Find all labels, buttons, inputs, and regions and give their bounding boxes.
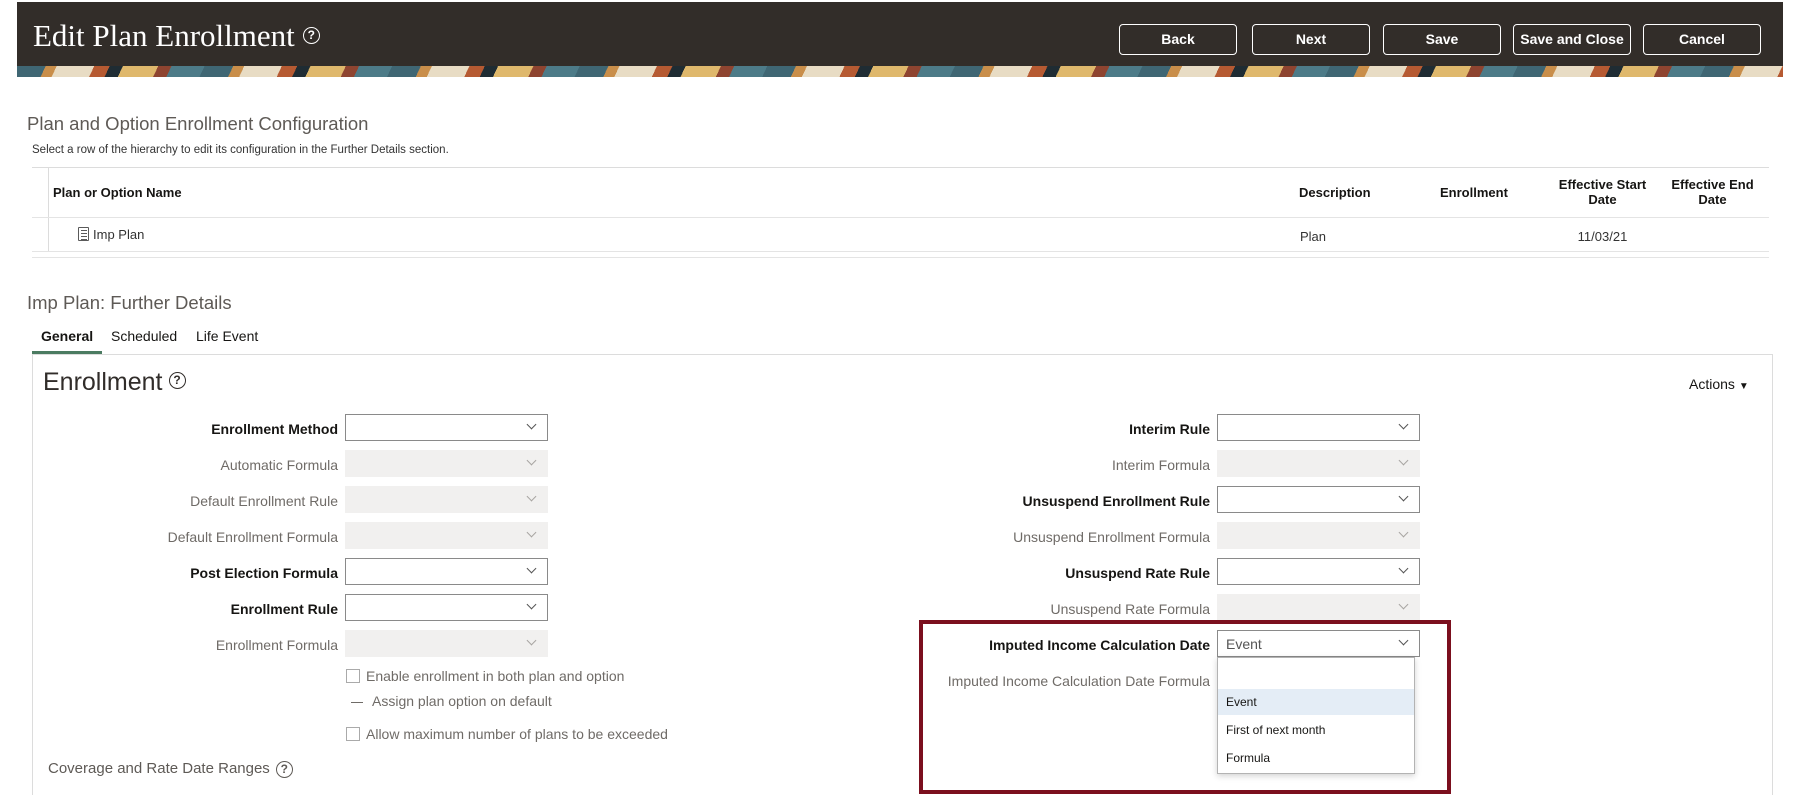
dash-icon xyxy=(351,702,363,703)
dropdown-option-event[interactable]: Event xyxy=(1218,689,1414,715)
column-header-effective-start-date[interactable]: Effective Start Date xyxy=(1550,177,1655,207)
caret-down-icon: ▼ xyxy=(1738,381,1749,392)
enrollment-title-text: Enrollment xyxy=(43,368,163,396)
next-button[interactable]: Next xyxy=(1252,24,1370,55)
assign-plan-option-default: Assign plan option on default xyxy=(351,693,552,709)
back-button[interactable]: Back xyxy=(1119,24,1237,55)
enrollment-method-select[interactable] xyxy=(345,414,548,441)
assign-plan-option-default-label: Assign plan option on default xyxy=(372,693,552,709)
enrollment-rule-select[interactable] xyxy=(345,594,548,621)
coverage-help-icon[interactable]: ? xyxy=(275,760,293,778)
table-top-border xyxy=(32,167,1769,168)
column-header-effective-end-date[interactable]: Effective End Date xyxy=(1665,177,1760,207)
unsuspend-rate-rule-label: Unsuspend Rate Rule xyxy=(1065,565,1210,581)
dropdown-option-formula[interactable]: Formula xyxy=(1218,745,1414,771)
save-and-close-button[interactable]: Save and Close xyxy=(1513,24,1631,55)
coverage-title-text: Coverage and Rate Date Ranges xyxy=(48,760,270,777)
plan-name-cell[interactable]: Imp Plan xyxy=(78,227,144,242)
enrollment-title: Enrollment? xyxy=(43,368,186,397)
unsuspend-rate-formula-select xyxy=(1217,594,1420,621)
automatic-formula-select xyxy=(345,450,548,477)
table-header-divider xyxy=(32,217,1769,218)
unsuspend-rate-rule-select[interactable] xyxy=(1217,558,1420,585)
help-icon[interactable]: ? xyxy=(302,27,320,45)
allow-max-plans-label: Allow maximum number of plans to be exce… xyxy=(366,726,668,742)
checkbox-box[interactable] xyxy=(346,727,360,741)
coverage-rate-date-ranges-title: Coverage and Rate Date Ranges? xyxy=(48,760,293,778)
hierarchy-section-title: Plan and Option Enrollment Configuration xyxy=(27,113,369,134)
plan-document-icon xyxy=(78,227,89,241)
unsuspend-enrollment-rule-label: Unsuspend Enrollment Rule xyxy=(1022,493,1210,509)
actions-menu[interactable]: Actions ▼ xyxy=(1689,376,1749,392)
allow-max-plans-checkbox[interactable]: Allow maximum number of plans to be exce… xyxy=(346,726,668,742)
column-header-enrollment[interactable]: Enrollment xyxy=(1440,185,1508,200)
table-column-divider xyxy=(48,168,49,252)
cancel-button[interactable]: Cancel xyxy=(1643,24,1761,55)
enrollment-method-label: Enrollment Method xyxy=(211,421,338,437)
interim-formula-label: Interim Formula xyxy=(1111,457,1210,473)
plan-start-date-cell: 11/03/21 xyxy=(1577,229,1628,244)
hierarchy-instruction: Select a row of the hierarchy to edit it… xyxy=(32,144,449,156)
checkbox-box[interactable] xyxy=(346,669,360,683)
plan-name: Imp Plan xyxy=(93,227,145,242)
post-election-formula-select[interactable] xyxy=(345,558,548,585)
column-header-description[interactable]: Description xyxy=(1299,185,1371,200)
save-button[interactable]: Save xyxy=(1383,24,1501,55)
page-title-text: Edit Plan Enrollment xyxy=(33,18,295,53)
tab-life-event[interactable]: Life Event xyxy=(196,328,258,344)
table-bottom-border xyxy=(32,257,1769,258)
page-title: Edit Plan Enrollment? xyxy=(33,18,320,54)
enable-enrollment-both-label: Enable enrollment in both plan and optio… xyxy=(366,668,625,684)
page-header: Edit Plan Enrollment? Back Next Save Sav… xyxy=(17,2,1783,77)
interim-rule-label: Interim Rule xyxy=(1129,421,1210,437)
dropdown-option-first-of-next-month[interactable]: First of next month xyxy=(1218,717,1414,743)
unsuspend-enrollment-rule-select[interactable] xyxy=(1217,486,1420,513)
unsuspend-rate-formula-label: Unsuspend Rate Formula xyxy=(1050,601,1210,617)
plan-description-cell: Plan xyxy=(1300,229,1327,244)
default-enrollment-formula-select xyxy=(345,522,548,549)
tab-general[interactable]: General xyxy=(41,328,93,344)
enrollment-formula-select xyxy=(345,630,548,657)
unsuspend-enrollment-formula-select xyxy=(1217,522,1420,549)
decorative-banner xyxy=(17,66,1783,77)
column-header-name[interactable]: Plan or Option Name xyxy=(53,185,182,200)
default-enrollment-rule-select xyxy=(345,486,548,513)
interim-formula-select xyxy=(1217,450,1420,477)
post-election-formula-label: Post Election Formula xyxy=(190,565,338,581)
enrollment-formula-label: Enrollment Formula xyxy=(215,637,338,653)
actions-label: Actions xyxy=(1689,376,1735,392)
enrollment-rule-label: Enrollment Rule xyxy=(230,601,338,617)
further-details-title: Imp Plan: Further Details xyxy=(27,292,232,313)
unsuspend-enrollment-formula-label: Unsuspend Enrollment Formula xyxy=(1013,529,1210,545)
imputed-income-date-dropdown-list: Event First of next month Formula xyxy=(1217,657,1415,774)
dropdown-option-blank[interactable] xyxy=(1218,664,1414,690)
enrollment-help-icon[interactable]: ? xyxy=(168,371,186,389)
default-enrollment-formula-label: Default Enrollment Formula xyxy=(167,529,338,545)
tab-scheduled[interactable]: Scheduled xyxy=(111,328,177,344)
interim-rule-select[interactable] xyxy=(1217,414,1420,441)
default-enrollment-rule-label: Default Enrollment Rule xyxy=(190,493,338,509)
table-row-divider xyxy=(32,251,1769,252)
enable-enrollment-both-checkbox[interactable]: Enable enrollment in both plan and optio… xyxy=(346,668,624,684)
automatic-formula-label: Automatic Formula xyxy=(220,457,338,473)
